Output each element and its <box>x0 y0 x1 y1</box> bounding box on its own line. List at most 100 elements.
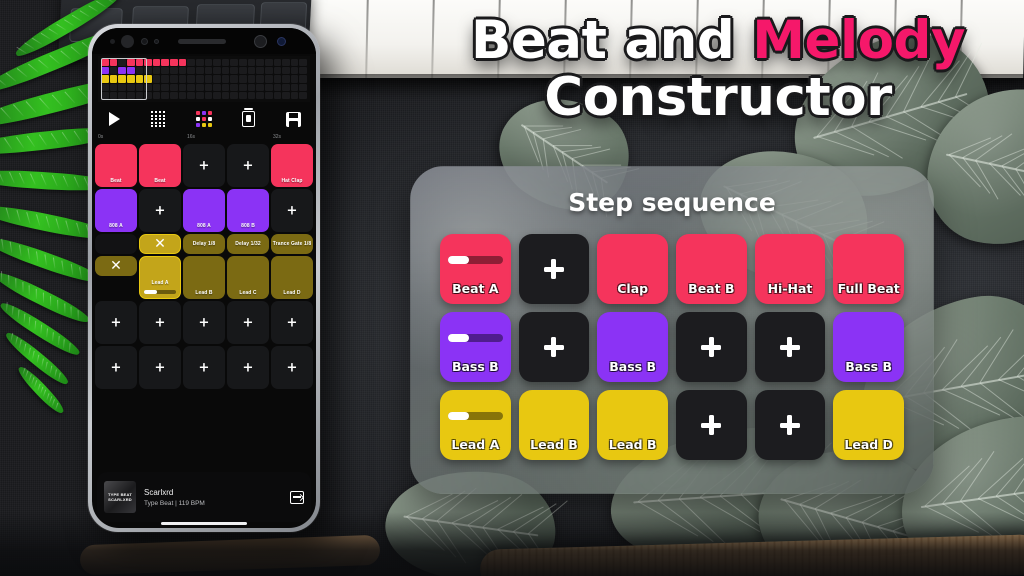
delete-button[interactable] <box>236 108 262 130</box>
minimap-cell <box>101 91 109 99</box>
phone-pad-empty[interactable]: + <box>227 144 269 187</box>
pattern-button[interactable] <box>191 108 217 130</box>
front-camera-icon <box>121 35 134 48</box>
sequence-tile-empty[interactable] <box>675 390 747 460</box>
now-playing-bar[interactable]: TYPE BEAT SCARLXRD Scarlxrd Type Beat | … <box>97 472 311 522</box>
volume-slider[interactable] <box>447 256 503 265</box>
play-icon <box>108 112 120 126</box>
phone-device: 0s 16s 32s Beat Beat + + Hat Clap 808 A +808 A 80… <box>88 24 320 532</box>
phone-pad-label: Hat Clap <box>281 178 303 184</box>
phone-pad[interactable]: 808 A <box>95 189 137 232</box>
plus-icon: + <box>110 360 122 375</box>
phone-pad-label: 808 A <box>197 223 211 229</box>
minimap-cell <box>195 91 204 99</box>
phone-pad-empty[interactable]: + <box>183 346 225 389</box>
phone-pad[interactable]: Trance Gate 1/8 <box>271 234 313 254</box>
album-art: TYPE BEAT SCARLXRD <box>104 481 136 513</box>
plus-icon: + <box>286 360 298 375</box>
phone-pad[interactable]: ✕ <box>95 256 137 276</box>
minimap-cell <box>144 59 152 67</box>
phone-pad-empty[interactable]: + <box>271 189 313 232</box>
sequence-tile-empty[interactable] <box>518 234 590 304</box>
volume-slider[interactable] <box>447 334 503 343</box>
sequence-tile[interactable]: Clap <box>597 234 668 304</box>
phone-pad-empty[interactable]: + <box>139 189 181 232</box>
sequence-tile[interactable]: Bass B <box>440 312 511 382</box>
sequence-tile[interactable]: Hi-Hat <box>754 234 826 304</box>
plus-icon: + <box>286 203 298 218</box>
sequence-tile-empty[interactable] <box>518 312 590 382</box>
sequence-tile-empty[interactable] <box>754 312 826 382</box>
play-button[interactable] <box>101 108 127 130</box>
phone-pad[interactable]: Lead C <box>227 256 269 299</box>
phone-pad-empty[interactable]: + <box>271 301 313 344</box>
minimap-cell <box>118 91 126 99</box>
minimap-cell <box>152 67 161 75</box>
phone-pad-empty[interactable]: + <box>183 301 225 344</box>
minimap-cell <box>109 91 118 99</box>
minimap-cell <box>187 67 195 75</box>
minimap-cell <box>247 83 256 91</box>
phone-pad[interactable]: Hat Clap <box>271 144 313 187</box>
phone-pad-label: Trance Gate 1/8 <box>272 241 312 247</box>
minimap-cell <box>101 59 109 67</box>
minimap-cell <box>299 91 307 99</box>
minimap-cell <box>187 59 195 67</box>
album-art-line2: SCARLXRD <box>108 497 132 502</box>
phone-pad-label: Beat <box>154 178 166 184</box>
phone-pad[interactable]: 808 B <box>227 189 269 232</box>
phone-pad[interactable]: Beat <box>95 144 137 187</box>
sensor-dot <box>110 39 115 44</box>
sequence-tile-label: Lead B <box>608 437 657 452</box>
minimap-cell <box>118 59 126 67</box>
minimap-cell <box>221 75 230 83</box>
minimap-cell <box>109 67 118 75</box>
sequence-tile[interactable]: Bass B <box>597 312 668 382</box>
phone-pad[interactable]: Lead A <box>139 256 181 299</box>
minimap-cell <box>126 59 135 67</box>
phone-pad[interactable]: ✕ <box>139 234 181 254</box>
sequence-tile-label: Beat A <box>452 281 499 296</box>
phone-pad-empty[interactable]: + <box>227 346 269 389</box>
sequence-tile[interactable]: Lead A <box>440 390 511 460</box>
pattern-minimap[interactable] <box>98 56 310 102</box>
sequence-tile[interactable]: Lead D <box>833 390 904 460</box>
minimap-cell <box>195 75 204 83</box>
sequence-tile[interactable]: Lead B <box>597 390 668 460</box>
phone-pad[interactable]: 808 A <box>183 189 225 232</box>
minimap-cell <box>152 83 161 91</box>
phone-pad[interactable]: Beat <box>139 144 181 187</box>
phone-pad-empty[interactable]: + <box>183 144 225 187</box>
phone-pad-empty[interactable]: + <box>95 301 137 344</box>
sequence-tile[interactable]: Bass B <box>833 312 904 382</box>
phone-pad-label: 808 A <box>109 223 123 229</box>
minimap-grid <box>98 56 310 102</box>
phone-pad[interactable]: Lead D <box>271 256 313 299</box>
sequence-tile[interactable]: Lead B <box>518 390 590 460</box>
phone-pad-empty[interactable]: + <box>139 301 181 344</box>
volume-slider[interactable] <box>447 412 503 421</box>
plus-icon: + <box>198 360 210 375</box>
mixer-button[interactable] <box>146 108 172 130</box>
sequence-tile[interactable]: Full Beat <box>833 234 904 304</box>
sequence-tile-empty[interactable] <box>675 312 747 382</box>
phone-pad[interactable]: Delay 1/32 <box>227 234 269 254</box>
phone-pad[interactable]: Lead B <box>183 256 225 299</box>
phone-pad-empty[interactable]: + <box>95 346 137 389</box>
phone-pad-empty[interactable]: + <box>271 346 313 389</box>
volume-slider[interactable] <box>144 290 176 294</box>
export-icon[interactable] <box>290 490 304 504</box>
phone-pad-empty[interactable]: + <box>139 346 181 389</box>
plus-icon: + <box>154 203 166 218</box>
minimap-cell <box>213 59 221 67</box>
sequence-tile[interactable]: Beat A <box>440 234 511 304</box>
phone-pad[interactable] <box>95 234 137 254</box>
sequence-tile-empty[interactable] <box>754 390 826 460</box>
phone-pad[interactable]: Delay 1/8 <box>183 234 225 254</box>
plus-icon <box>700 414 722 436</box>
phone-pad-empty[interactable]: + <box>227 301 269 344</box>
minimap-cell <box>290 91 299 99</box>
minimap-cell <box>273 83 282 91</box>
save-button[interactable] <box>281 108 307 130</box>
sequence-tile[interactable]: Beat B <box>675 234 747 304</box>
